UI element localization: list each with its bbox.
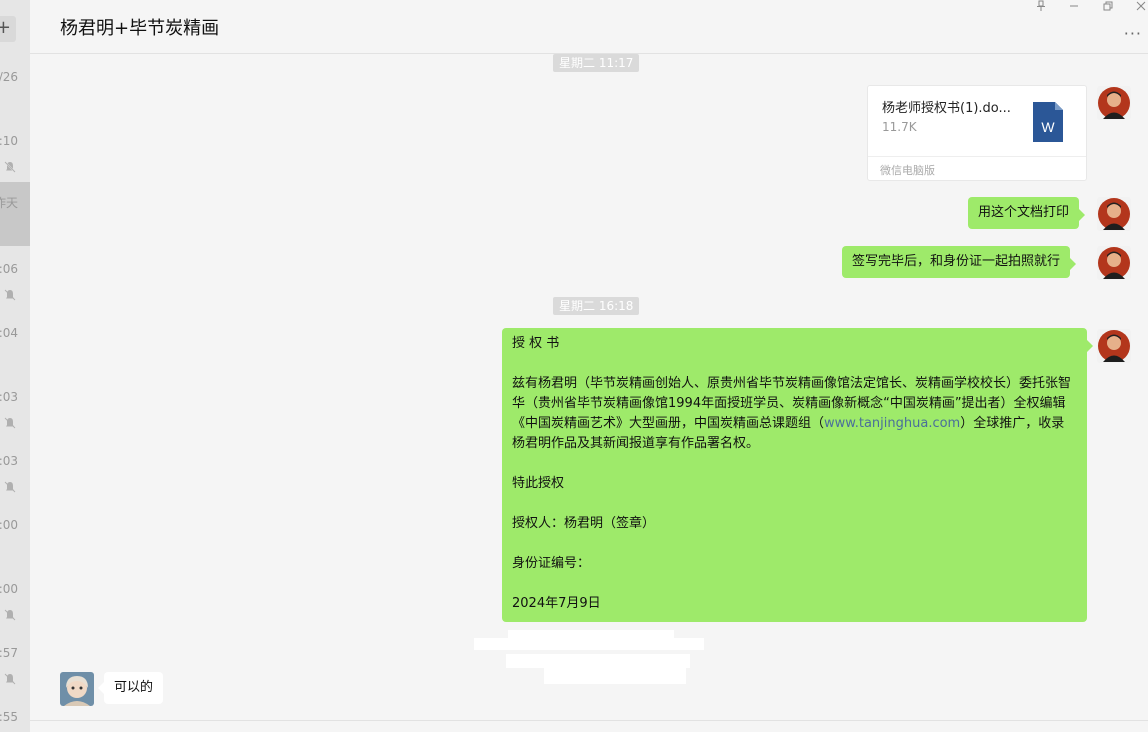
session-time: :06: [0, 262, 18, 276]
session-item[interactable]: :57: [0, 636, 30, 700]
chat-header: 杨君明+毕节炭精画 ···: [30, 0, 1148, 54]
doc-title: 授 权 书: [512, 336, 560, 351]
timestamp: 星期二 16:18: [553, 297, 640, 315]
redacted-area: [474, 630, 704, 684]
session-time: 昨天: [0, 196, 18, 210]
minimize-icon[interactable]: [1067, 0, 1081, 12]
input-area-divider: [30, 720, 1148, 721]
mute-bell-icon: [4, 161, 16, 173]
mute-bell-icon: [4, 417, 16, 429]
file-name: 杨老师授权书(1).do...: [882, 101, 1011, 116]
avatar-image: [1097, 86, 1131, 120]
session-item[interactable]: :06: [0, 252, 30, 316]
session-list[interactable]: + /26 :10 昨天 :06 :04 :03 :03 :00: [0, 0, 30, 732]
mute-bell-icon: [4, 609, 16, 621]
restore-icon[interactable]: [1101, 0, 1115, 12]
mute-bell-icon: [4, 673, 16, 685]
session-item[interactable]: /26: [0, 60, 30, 124]
contact-avatar[interactable]: [60, 672, 94, 706]
session-time: :00: [0, 582, 18, 596]
mute-bell-icon: [4, 481, 16, 493]
session-item-selected[interactable]: 昨天: [0, 182, 30, 246]
session-item[interactable]: :10: [0, 124, 30, 188]
session-time: :04: [0, 326, 18, 340]
session-time: :03: [0, 454, 18, 468]
session-item[interactable]: :03: [0, 444, 30, 508]
doc-date: 2024年7月9日: [512, 596, 601, 611]
avatar-image: [1097, 246, 1131, 280]
session-item[interactable]: :04: [0, 316, 30, 380]
session-item[interactable]: :03: [0, 380, 30, 444]
session-item[interactable]: :55: [0, 700, 30, 732]
my-avatar[interactable]: [1097, 197, 1131, 231]
session-time: :00: [0, 518, 18, 532]
word-document-icon: W: [1033, 102, 1063, 142]
session-item[interactable]: :00: [0, 508, 30, 572]
doc-authorize: 特此授权: [512, 476, 565, 491]
session-time: /26: [0, 70, 18, 84]
timestamp: 星期二 11:17: [553, 54, 640, 72]
incoming-message-bubble[interactable]: 可以的: [97, 672, 164, 704]
avatar-image: [60, 672, 94, 706]
mute-bell-icon: [4, 289, 16, 301]
file-message[interactable]: 杨老师授权书(1).do... 11.7K W 微信电脑版: [867, 85, 1087, 181]
add-button[interactable]: +: [0, 16, 16, 42]
website-link[interactable]: www.tanjinghua.com: [824, 416, 960, 431]
message-bubble[interactable]: 签写完毕后，和身份证一起拍照就行: [842, 246, 1077, 278]
file-source: 微信电脑版: [880, 164, 935, 177]
chat-title: 杨君明+毕节炭精画: [60, 18, 220, 39]
pin-icon[interactable]: [1034, 0, 1048, 12]
doc-id-label: 身份证编号：: [512, 556, 591, 571]
avatar-image: [1097, 197, 1131, 231]
session-time: :57: [0, 646, 18, 660]
session-time: :10: [0, 134, 18, 148]
doc-body: 兹有杨君明（毕节炭精画创始人、原贵州省毕节炭精画像馆法定馆长、炭精画学校校长）委…: [512, 374, 1077, 454]
doc-grantor: 授权人：杨君明（签章）: [512, 516, 656, 531]
avatar-image: [1097, 329, 1131, 363]
my-avatar[interactable]: [1097, 86, 1131, 120]
my-avatar[interactable]: [1097, 246, 1131, 280]
svg-text:W: W: [1041, 119, 1055, 135]
session-item[interactable]: :00: [0, 572, 30, 636]
chat-window: + /26 :10 昨天 :06 :04 :03 :03 :00: [0, 0, 1148, 732]
more-options-icon[interactable]: ···: [1124, 24, 1142, 43]
close-icon[interactable]: [1134, 0, 1148, 12]
authorization-message[interactable]: 授 权 书 兹有杨君明（毕节炭精画创始人、原贵州省毕节炭精画像馆法定馆长、炭精画…: [502, 328, 1093, 622]
session-time: :03: [0, 390, 18, 404]
file-footer: 微信电脑版: [868, 156, 1086, 181]
my-avatar[interactable]: [1097, 329, 1131, 363]
message-bubble[interactable]: 用这个文档打印: [968, 197, 1086, 229]
session-time: :55: [0, 710, 18, 724]
file-size: 11.7K: [882, 120, 917, 134]
